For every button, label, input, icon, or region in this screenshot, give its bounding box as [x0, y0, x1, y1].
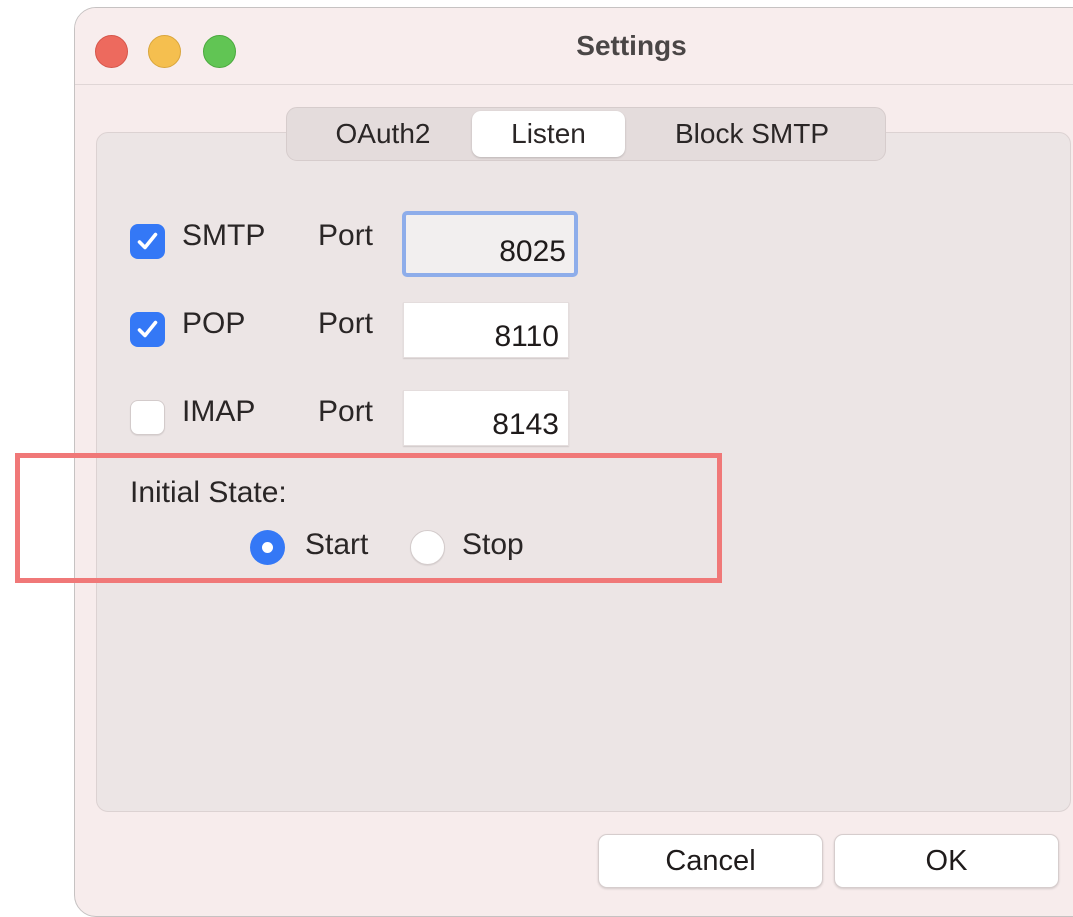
smtp-port-input[interactable]: [402, 211, 578, 277]
pop-port-label: Port: [318, 307, 374, 340]
smtp-label: SMTP: [182, 219, 266, 252]
tab-bar: OAuth2 Listen Block SMTP: [286, 107, 886, 161]
start-radio[interactable]: [250, 530, 285, 565]
tab-block-smtp[interactable]: Block SMTP: [627, 111, 877, 157]
title-bar: Settings: [75, 8, 1073, 85]
stop-radio-label[interactable]: Stop: [462, 528, 524, 562]
ok-button[interactable]: OK: [834, 834, 1059, 888]
imap-port-input[interactable]: [403, 390, 569, 446]
smtp-checkbox[interactable]: [130, 224, 165, 259]
window-title: Settings: [576, 30, 687, 61]
tab-listen[interactable]: Listen: [472, 111, 625, 157]
smtp-port-label: Port: [318, 219, 374, 252]
imap-label: IMAP: [182, 395, 256, 428]
checkmark-icon: [137, 232, 158, 250]
initial-state-label: Initial State:: [130, 476, 287, 509]
checkmark-icon: [137, 320, 158, 338]
pop-label: POP: [182, 307, 246, 340]
imap-port-label: Port: [318, 395, 374, 428]
pop-checkbox[interactable]: [130, 312, 165, 347]
imap-checkbox[interactable]: [130, 400, 165, 435]
settings-window: Settings OAuth2 Listen Block SMTP SMTP P…: [74, 7, 1073, 917]
stop-radio[interactable]: [410, 530, 445, 565]
start-radio-label[interactable]: Start: [305, 528, 368, 562]
pop-port-input[interactable]: [403, 302, 569, 358]
tab-oauth2[interactable]: OAuth2: [295, 111, 471, 157]
cancel-button[interactable]: Cancel: [598, 834, 823, 888]
